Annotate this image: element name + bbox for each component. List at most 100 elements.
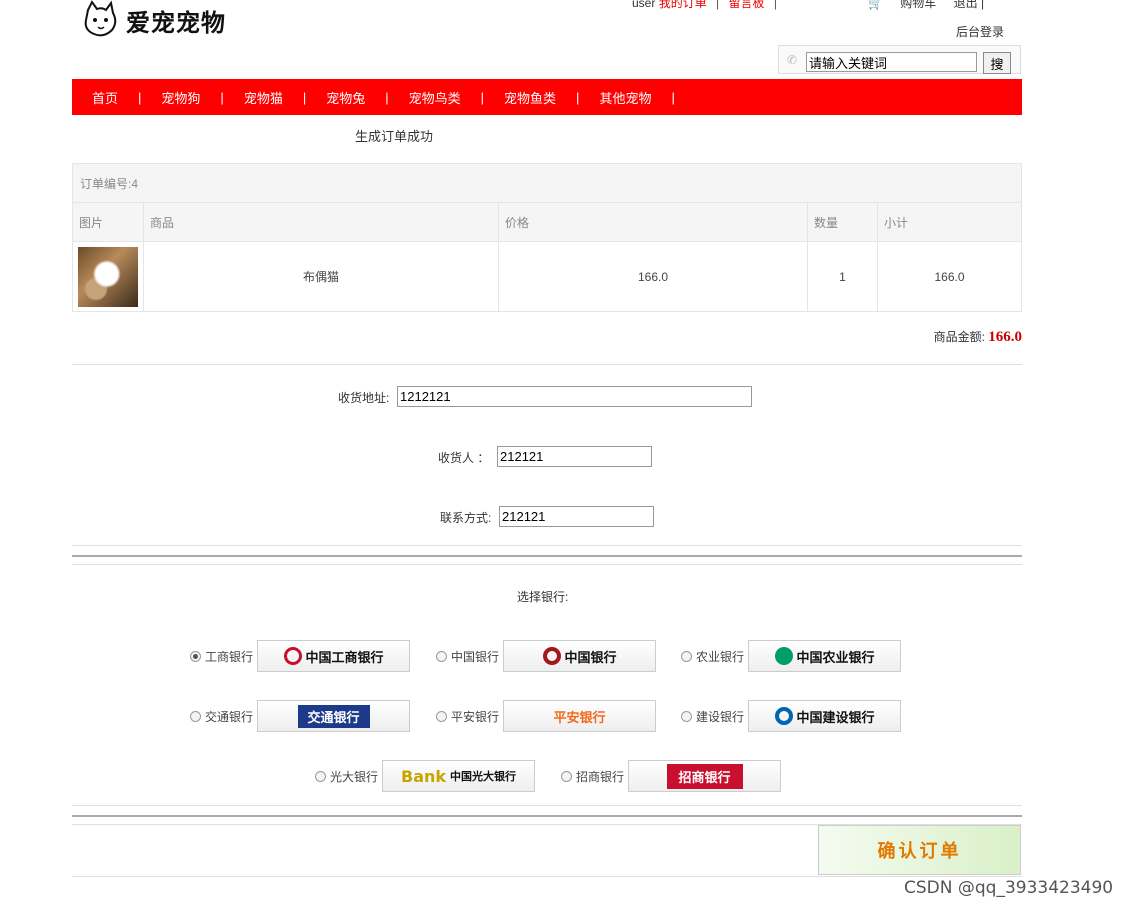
- table-row: 布偶猫 166.0 1 166.0: [72, 241, 1022, 312]
- bank-name: 招商银行: [576, 769, 625, 784]
- product-qty: 1: [807, 241, 878, 312]
- receiver-label: 收货人 ：: [438, 451, 490, 465]
- product-name[interactable]: 布偶猫: [143, 241, 499, 312]
- order-success-message: 生成订单成功: [355, 129, 434, 144]
- divider: [72, 364, 1022, 365]
- bank-logo-text: 招商银行: [678, 770, 731, 786]
- bocom-logo-icon[interactable]: 交通银行: [257, 700, 411, 732]
- bank-radio[interactable]: [681, 710, 692, 722]
- receiver-input[interactable]: [497, 446, 652, 467]
- col-header-qty: 数量: [807, 202, 878, 242]
- nav-item-other[interactable]: 其他宠物: [579, 88, 671, 107]
- product-price: 166.0: [498, 241, 808, 312]
- nav-item-birds[interactable]: 宠物鸟类: [389, 88, 481, 107]
- bank-option-ceb[interactable]: 光大银行 Bank 中国光大银行: [315, 760, 536, 792]
- address-input[interactable]: [397, 386, 752, 407]
- search-input[interactable]: [806, 52, 977, 72]
- bank-logo-text: 中国银行: [564, 650, 617, 666]
- order-table: 订单编号:4 图片 商品 价格 数量 小计 布偶猫 166.0 1 166.0: [72, 163, 1022, 312]
- cat-logo-icon: [84, 0, 117, 37]
- my-orders-link[interactable]: 我的订单: [659, 0, 707, 10]
- cart-icon[interactable]: 🛒: [868, 0, 883, 10]
- logo-text: 爱宠宠物: [126, 8, 226, 37]
- message-board-link[interactable]: 留言板: [729, 0, 765, 10]
- divider: |: [773, 0, 777, 10]
- bank-option-abc[interactable]: 农业银行 中国农业银行: [681, 640, 902, 672]
- col-header-product: 商品: [143, 202, 499, 242]
- confirm-order-button[interactable]: 确认订单: [818, 825, 1021, 875]
- search-bar: ✆ 搜: [778, 45, 1021, 74]
- bank-logo-text: 中国光大银行: [450, 770, 517, 783]
- col-header-image: 图片: [72, 202, 144, 242]
- boc-logo-icon[interactable]: 中国银行: [503, 640, 657, 672]
- bank-option-bocom[interactable]: 交通银行 交通银行: [190, 700, 411, 732]
- bank-option-cmb[interactable]: 招商银行 招商银行: [561, 760, 782, 792]
- product-image[interactable]: [78, 246, 138, 307]
- divider: [72, 876, 1022, 877]
- bank-radio[interactable]: [190, 650, 201, 662]
- col-header-subtotal: 小计: [877, 202, 1022, 242]
- pingan-logo-icon[interactable]: 平安银行: [503, 700, 657, 732]
- top-cart-nav: 🛒 购物车 退出 |: [868, 0, 984, 11]
- nav-item-home[interactable]: 首页: [72, 88, 138, 107]
- contact-label: 联系方式:: [440, 511, 492, 525]
- main-nav: 首页 | 宠物狗 | 宠物猫 | 宠物兔 | 宠物鸟类 | 宠物鱼类 | 其他宠物 |: [72, 79, 1022, 115]
- username: user: [632, 0, 656, 10]
- divider: [72, 555, 1022, 557]
- watermark: CSDN @qq_3933423490: [904, 878, 1114, 898]
- bank-name: 农业银行: [696, 649, 745, 664]
- icbc-logo-icon[interactable]: 中国工商银行: [257, 640, 411, 672]
- logout-link[interactable]: 退出: [954, 0, 978, 10]
- admin-login-link[interactable]: 后台登录: [956, 23, 1004, 40]
- bank-logo-text: 中国建设银行: [796, 710, 875, 726]
- bank-name: 中国银行: [451, 649, 500, 664]
- nav-divider: |: [671, 89, 675, 105]
- product-subtotal: 166.0: [877, 241, 1022, 312]
- top-user-nav: user 我的订单 | 留言板 |: [632, 0, 783, 11]
- divider: |: [981, 0, 985, 10]
- bank-radio[interactable]: [315, 770, 326, 782]
- bank-logo-text: 中国工商银行: [305, 650, 384, 666]
- bank-option-boc[interactable]: 中国银行 中国银行: [436, 640, 657, 672]
- bank-logo-text: 平安银行: [553, 710, 606, 726]
- bank-radio[interactable]: [436, 710, 447, 722]
- cart-link[interactable]: 购物车: [900, 0, 936, 10]
- ceb-logo-icon[interactable]: Bank 中国光大银行: [382, 760, 536, 792]
- nav-item-fish[interactable]: 宠物鱼类: [484, 88, 576, 107]
- bank-name: 平安银行: [451, 709, 500, 724]
- bank-option-ccb[interactable]: 建设银行 中国建设银行: [681, 700, 902, 732]
- search-button[interactable]: 搜: [983, 52, 1011, 74]
- bank-radio[interactable]: [561, 770, 572, 782]
- bank-logo-text: 中国农业银行: [796, 650, 875, 666]
- amount-value: 166.0: [988, 329, 1022, 345]
- bank-name: 建设银行: [696, 709, 745, 724]
- bank-logo-text: 交通银行: [307, 710, 360, 726]
- cmb-logo-icon[interactable]: 招商银行: [628, 760, 782, 792]
- nav-item-rabbits[interactable]: 宠物兔: [306, 88, 385, 107]
- site-logo[interactable]: 爱宠宠物: [80, 0, 226, 40]
- bank-option-icbc[interactable]: 工商银行 中国工商银行: [190, 640, 411, 672]
- bank-name: 光大银行: [330, 769, 379, 784]
- nav-item-cats[interactable]: 宠物猫: [224, 88, 303, 107]
- divider: [72, 815, 1022, 817]
- bank-word-icon: Bank: [401, 766, 447, 786]
- bank-select-title: 选择银行:: [517, 590, 569, 604]
- bank-radio[interactable]: [681, 650, 692, 662]
- product-image-cell: [72, 241, 144, 312]
- order-number: 订单编号:4: [72, 163, 1022, 203]
- bank-name: 交通银行: [205, 709, 254, 724]
- bank-name: 工商银行: [205, 649, 254, 664]
- bank-radio[interactable]: [190, 710, 201, 722]
- phone-icon: ✆: [787, 53, 798, 67]
- contact-input[interactable]: [499, 506, 654, 527]
- col-header-price: 价格: [498, 202, 808, 242]
- address-label: 收货地址:: [338, 391, 390, 405]
- bank-option-pingan[interactable]: 平安银行 平安银行: [436, 700, 657, 732]
- abc-logo-icon[interactable]: 中国农业银行: [748, 640, 902, 672]
- divider: [72, 545, 1022, 546]
- divider: [72, 805, 1022, 806]
- divider: |: [716, 0, 720, 10]
- bank-radio[interactable]: [436, 650, 447, 662]
- ccb-logo-icon[interactable]: 中国建设银行: [748, 700, 902, 732]
- nav-item-dogs[interactable]: 宠物狗: [141, 88, 220, 107]
